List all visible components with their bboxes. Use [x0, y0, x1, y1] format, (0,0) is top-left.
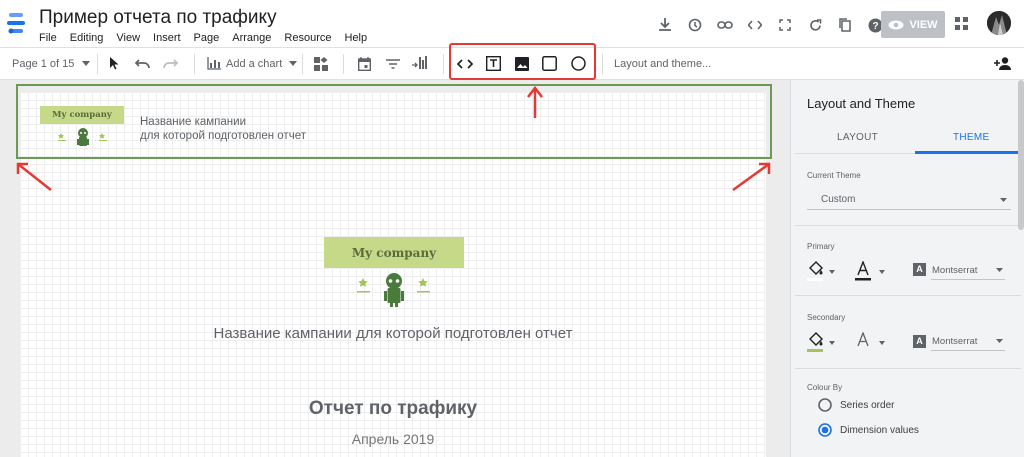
select-tool-icon[interactable] [109, 48, 119, 79]
primary-font-dropdown[interactable]: Montserrat [931, 260, 1005, 280]
selected-header-frame[interactable] [16, 84, 772, 159]
fill-bucket-icon [807, 261, 835, 281]
dropdown-arrow-icon [289, 61, 298, 66]
right-arrow-annotation [732, 162, 771, 192]
toolbar-divider [443, 54, 444, 74]
dropdown-arrow-icon [82, 61, 91, 66]
undo-icon[interactable] [135, 48, 150, 79]
data-studio-logo-icon [7, 13, 25, 34]
left-arrow-annotation [16, 162, 52, 191]
layout-theme-panel: Layout and Theme LAYOUT THEME Current Th… [790, 80, 1024, 457]
view-button[interactable]: VIEW [881, 11, 945, 38]
fullscreen-icon[interactable] [770, 12, 800, 38]
menu-file[interactable]: File [39, 32, 57, 44]
font-color-icon [855, 260, 885, 281]
font-family-icon: A [913, 335, 926, 348]
insert-tools-highlight [449, 43, 596, 80]
radio-unchecked-icon [818, 398, 832, 412]
user-avatar[interactable] [987, 11, 1011, 35]
primary-font-color-button[interactable] [855, 260, 885, 281]
dropdown-arrow-icon [1000, 198, 1007, 202]
date-range-icon[interactable] [358, 48, 371, 79]
panel-title: Layout and Theme [807, 96, 916, 111]
tab-layout[interactable]: LAYOUT [837, 132, 878, 143]
active-tab-indicator [915, 151, 1024, 154]
toolbar-divider [97, 54, 98, 74]
report-heading[interactable]: Отчет по трафику [20, 398, 766, 420]
fill-bucket-icon [807, 332, 835, 352]
history-icon[interactable] [680, 12, 710, 38]
top-right-actions: ? [650, 12, 890, 38]
font-color-icon [857, 331, 885, 347]
link-icon[interactable] [710, 12, 740, 38]
section-divider [795, 295, 1021, 296]
top-bar: Пример отчета по трафику File Editing Vi… [0, 0, 1024, 47]
section-divider [795, 368, 1021, 369]
view-button-label: VIEW [909, 18, 938, 31]
embed-icon[interactable] [740, 12, 770, 38]
toolbar-divider [343, 54, 344, 74]
dropdown-arrow-icon [996, 268, 1003, 272]
menu-editing[interactable]: Editing [70, 32, 104, 44]
toolbar-divider [194, 54, 195, 74]
redo-icon[interactable] [163, 48, 178, 79]
current-theme-label: Current Theme [807, 171, 861, 180]
page-indicator: Page 1 of 15 [12, 57, 75, 70]
menu-arrange[interactable]: Arrange [232, 32, 271, 44]
menu-page[interactable]: Page [194, 32, 220, 44]
report-date[interactable]: Апрель 2019 [20, 431, 766, 447]
panel-tabs: LAYOUT THEME [795, 124, 1024, 154]
bar-chart-icon [207, 57, 221, 70]
secondary-label: Secondary [807, 313, 846, 322]
refresh-icon[interactable] [800, 12, 830, 38]
colour-by-label: Colour By [807, 383, 843, 392]
menu-help[interactable]: Help [344, 32, 367, 44]
main-company-logo[interactable]: My company [324, 237, 464, 268]
toolbar-divider [602, 54, 603, 74]
toolbar-divider [302, 54, 303, 74]
radio-dimension-values[interactable]: Dimension values [818, 423, 919, 437]
radio-series-order[interactable]: Series order [818, 398, 894, 412]
svg-text:?: ? [872, 21, 878, 32]
add-chart-button[interactable]: Add a chart [207, 48, 298, 79]
copy-icon[interactable] [830, 12, 860, 38]
secondary-fill-color-button[interactable] [807, 332, 837, 352]
secondary-font-value: Montserrat [932, 336, 978, 347]
primary-label: Primary [807, 242, 835, 251]
radio-checked-icon [818, 423, 832, 437]
layout-theme-label: Layout and theme... [614, 57, 712, 70]
radio-series-label: Series order [840, 399, 895, 411]
current-theme-dropdown[interactable]: Custom [807, 188, 1011, 210]
menu-view[interactable]: View [116, 32, 140, 44]
font-family-icon: A [913, 263, 926, 276]
community-viz-icon[interactable] [314, 48, 328, 79]
section-divider [795, 225, 1021, 226]
share-add-person-icon[interactable] [994, 48, 1012, 79]
up-arrow-annotation [527, 86, 543, 118]
page-selector[interactable]: Page 1 of 15 [12, 48, 91, 79]
primary-font-value: Montserrat [932, 265, 978, 276]
download-icon[interactable] [650, 12, 680, 38]
current-theme-value: Custom [821, 194, 856, 205]
primary-fill-color-button[interactable] [807, 261, 837, 281]
menu-bar: File Editing View Insert Page Arrange Re… [39, 32, 380, 44]
apps-grid-icon[interactable] [955, 17, 969, 31]
radio-dimension-label: Dimension values [840, 424, 919, 436]
menu-insert[interactable]: Insert [153, 32, 181, 44]
secondary-font-dropdown[interactable]: Montserrat [931, 331, 1005, 351]
dropdown-arrow-icon [996, 339, 1003, 343]
panel-scrollbar[interactable] [1018, 80, 1024, 230]
campaign-name-text[interactable]: Название кампании для которой подготовле… [20, 325, 766, 342]
secondary-font-color-button[interactable] [855, 331, 885, 352]
layout-theme-button[interactable]: Layout and theme... [614, 48, 711, 79]
tab-theme[interactable]: THEME [953, 132, 990, 143]
eye-icon [888, 20, 904, 29]
main-robot-icon [357, 273, 430, 307]
add-chart-label: Add a chart [226, 57, 283, 70]
filter-control-icon[interactable] [386, 48, 400, 79]
report-title[interactable]: Пример отчета по трафику [39, 7, 277, 29]
data-control-icon[interactable] [412, 48, 427, 79]
menu-resource[interactable]: Resource [284, 32, 331, 44]
